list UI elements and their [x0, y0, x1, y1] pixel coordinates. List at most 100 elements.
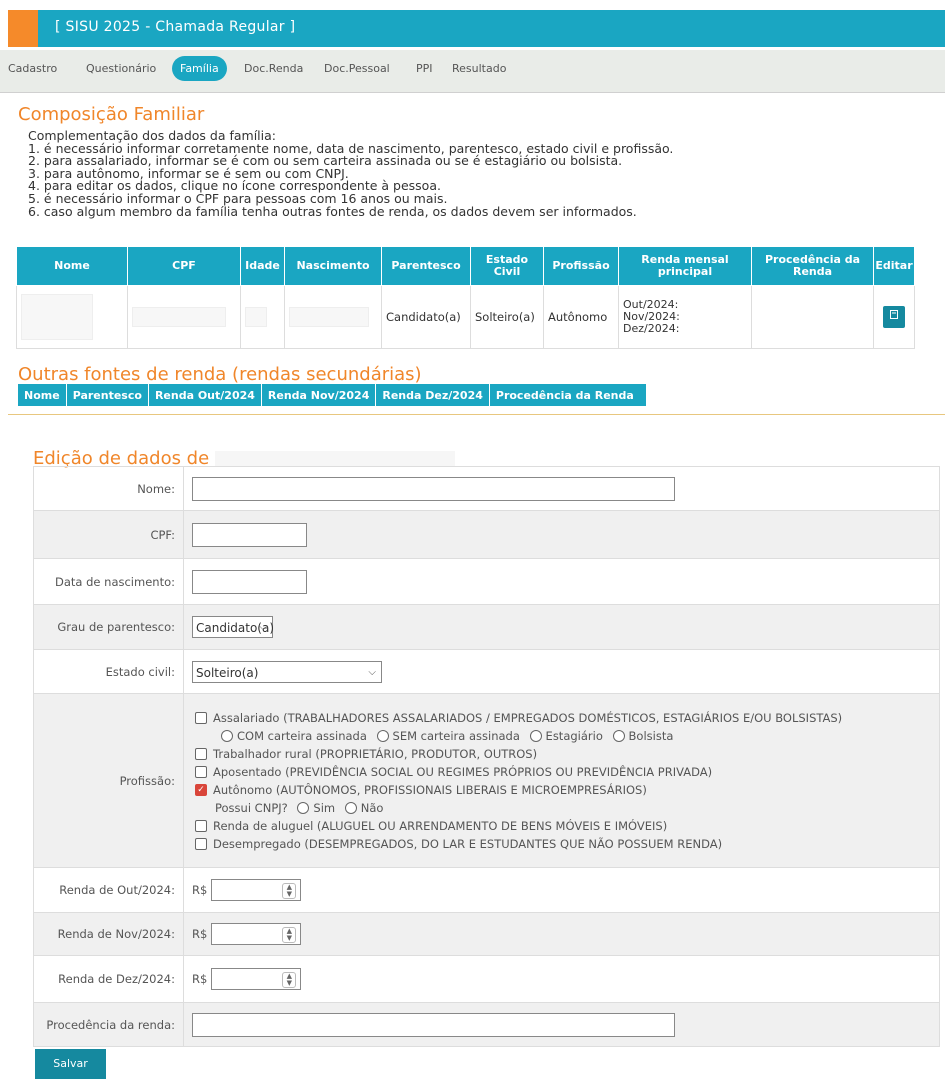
app-title: [ SISU 2025 - Chamada Regular ] — [55, 19, 296, 35]
renda-out-input[interactable]: ▲ ▼ — [211, 879, 302, 901]
cnpj-options: Possui CNPJ? Sim Não — [195, 799, 938, 817]
checkbox-aposentado[interactable] — [195, 766, 207, 778]
col-estado-civil: Estado Civil — [470, 246, 544, 286]
cell-parentesco: Candidato(a) — [381, 285, 471, 349]
tab-cadastro[interactable]: Cadastro — [8, 62, 57, 75]
option-autonomo: ✓ Autônomo (AUTÔNOMOS, PROFISSIONAIS LIBE… — [195, 781, 938, 799]
field-cell-nascimento — [183, 558, 940, 605]
col-renda-principal: Renda mensal principal — [618, 246, 752, 286]
checkbox-aluguel[interactable] — [195, 820, 207, 832]
radio-com-carteira[interactable] — [221, 730, 233, 742]
assalariado-options: COM carteira assinada SEM carteira assin… — [195, 727, 938, 745]
cell-idade — [240, 285, 285, 349]
col-parentesco: Parentesco — [381, 246, 471, 286]
radio-bolsista[interactable] — [612, 730, 625, 742]
bolsista-label: Bolsista — [628, 728, 674, 743]
form-row-estado: Estado civil: Solteiro(a) ⌵ — [33, 649, 940, 694]
cell-procedencia — [751, 285, 874, 349]
label-nome: Nome: — [33, 466, 184, 511]
field-cell-grau: Candidato(a) ⌵ — [183, 604, 940, 650]
col-nome: Nome — [16, 246, 128, 286]
tab-resultado[interactable]: Resultado — [452, 62, 506, 75]
aposentado-label: Aposentado (PREVIDÊNCIA SOCIAL OU REGIME… — [213, 764, 713, 779]
chevron-down-icon: ⌵ — [368, 666, 376, 678]
label-profissao: Profissão: — [33, 693, 184, 868]
tab-doc-pessoal[interactable]: Doc.Pessoal — [324, 62, 390, 75]
field-cell-nome — [183, 466, 940, 511]
nav-tabs: Cadastro Questionário Família Doc.Renda … — [0, 50, 945, 93]
checkbox-assalariado[interactable] — [195, 712, 207, 724]
nome-input[interactable] — [192, 476, 675, 501]
cell-estado-civil: Solteiro(a) — [470, 285, 544, 349]
composicao-instructions: Complementação dos dados da família: 1. … — [28, 128, 674, 219]
procedencia-input[interactable] — [192, 1012, 675, 1037]
col-parentesco: Parentesco — [66, 384, 149, 406]
field-cell-estado: Solteiro(a) ⌵ — [183, 649, 940, 694]
form-row-profissao: Profissão: Assalariado (TRABALHADORES AS… — [33, 693, 940, 868]
checkbox-desempregado[interactable] — [195, 838, 207, 850]
radio-estagiario[interactable] — [529, 730, 542, 742]
col-renda-dez: Renda Dez/2024 — [375, 384, 490, 406]
radio-cnpj-nao[interactable] — [344, 802, 357, 814]
cell-renda-principal: Out/2024: Nov/2024: Dez/2024: — [618, 285, 752, 349]
option-aluguel: Renda de aluguel (ALUGUEL OU ARRENDAMENT… — [195, 817, 938, 835]
checkbox-rural[interactable] — [195, 748, 207, 760]
cpf-input[interactable] — [192, 522, 307, 547]
table-row: Candidato(a) Solteiro(a) Autônomo Out/20… — [16, 285, 915, 349]
autonomo-label: Autônomo (AUTÔNOMOS, PROFISSIONAIS LIBER… — [213, 782, 647, 797]
col-renda-nov: Renda Nov/2024 — [261, 384, 377, 406]
spinner-icon[interactable]: ▲ ▼ — [282, 972, 297, 988]
tab-questionario[interactable]: Questionário — [86, 62, 156, 75]
col-cpf: CPF — [127, 246, 241, 286]
assalariado-label: Assalariado (TRABALHADORES ASSALARIADOS … — [213, 710, 843, 725]
checkbox-autonomo[interactable]: ✓ — [195, 784, 207, 796]
form-row-renda-out: Renda de Out/2024: R$ ▲ ▼ — [33, 867, 940, 913]
redacted-idade — [245, 307, 267, 327]
family-table: Nome CPF Idade Nascimento Parentesco Est… — [16, 246, 915, 349]
save-button[interactable]: Salvar — [35, 1049, 106, 1079]
cnpj-nao-label: Não — [360, 800, 384, 815]
tab-ppi[interactable]: PPI — [416, 62, 433, 75]
redacted-nome — [21, 294, 93, 340]
label-renda-out: Renda de Out/2024: — [33, 867, 184, 913]
currency-label: R$ — [192, 926, 208, 941]
option-assalariado: Assalariado (TRABALHADORES ASSALARIADOS … — [195, 709, 938, 727]
outras-fontes-header: Nome Parentesco Renda Out/2024 Renda Nov… — [18, 384, 647, 406]
edit-icon[interactable] — [883, 306, 905, 328]
family-table-header: Nome CPF Idade Nascimento Parentesco Est… — [16, 246, 915, 286]
currency-label: R$ — [192, 971, 208, 986]
tab-doc-renda[interactable]: Doc.Renda — [244, 62, 303, 75]
renda-nov-input[interactable]: ▲ ▼ — [211, 923, 302, 945]
form-row-nascimento: Data de nascimento: — [33, 558, 940, 605]
radio-sem-carteira[interactable] — [376, 730, 389, 742]
col-procedencia: Procedência da Renda — [751, 246, 874, 286]
label-nascimento: Data de nascimento: — [33, 558, 184, 605]
col-profissao: Profissão — [543, 246, 619, 286]
grau-parentesco-select[interactable]: Candidato(a) ⌵ — [192, 616, 274, 638]
label-renda-nov: Renda de Nov/2024: — [33, 912, 184, 956]
cnpj-question: Possui CNPJ? — [215, 800, 288, 815]
com-carteira-label: COM carteira assinada — [237, 728, 367, 743]
estado-civil-value: Solteiro(a) — [196, 665, 259, 680]
field-cell-profissao: Assalariado (TRABALHADORES ASSALARIADOS … — [183, 693, 940, 868]
option-aposentado: Aposentado (PREVIDÊNCIA SOCIAL OU REGIME… — [195, 763, 938, 781]
label-grau: Grau de parentesco: — [33, 604, 184, 650]
spinner-icon[interactable]: ▲ ▼ — [282, 883, 297, 899]
currency-label: R$ — [192, 882, 208, 897]
radio-cnpj-sim[interactable] — [297, 802, 310, 814]
cell-nome — [16, 285, 128, 349]
cell-cpf — [127, 285, 241, 349]
outras-fontes-table: Nome Parentesco Renda Out/2024 Renda Nov… — [18, 384, 647, 406]
section-divider — [8, 414, 945, 415]
option-desempregado: Desempregado (DESEMPREGADOS, DO LAR E ES… — [195, 835, 938, 853]
label-estado: Estado civil: — [33, 649, 184, 694]
nascimento-input[interactable] — [192, 569, 307, 594]
tab-familia[interactable]: Família — [172, 56, 227, 81]
renda-dez-input[interactable]: ▲ ▼ — [211, 968, 302, 990]
rural-label: Trabalhador rural (PROPRIETÁRIO, PRODUTO… — [213, 746, 538, 761]
spinner-icon[interactable]: ▲ ▼ — [282, 927, 297, 943]
top-bar-accent — [8, 10, 38, 47]
form-row-nome: Nome: — [33, 466, 940, 511]
estado-civil-select[interactable]: Solteiro(a) ⌵ — [192, 660, 382, 683]
renda-dez-label: Dez/2024: — [623, 322, 680, 335]
